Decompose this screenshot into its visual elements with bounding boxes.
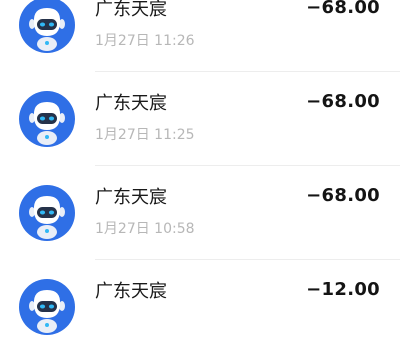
transaction-amount: −68.00 <box>306 0 380 18</box>
transaction-amount: −68.00 <box>306 185 380 206</box>
merchant-name: 广东天宸 <box>95 93 167 114</box>
transaction-row[interactable]: 广东天宸 1月27日 10:58 −68.00 <box>0 166 400 260</box>
transaction-row[interactable]: 广东天宸 1月27日 11:25 −68.00 <box>0 72 400 166</box>
transaction-amount: −68.00 <box>306 91 380 112</box>
robot-avatar-icon <box>19 185 75 241</box>
merchant-name: 广东天宸 <box>95 0 167 20</box>
merchant-name: 广东天宸 <box>95 281 167 302</box>
transaction-time: 1月27日 11:26 <box>95 33 195 49</box>
merchant-name: 广东天宸 <box>95 187 167 208</box>
transaction-row[interactable]: 广东天宸 −12.00 <box>0 260 400 354</box>
robot-avatar-icon <box>19 279 75 335</box>
transaction-list: 广东天宸 1月27日 11:26 −68.00 广东天宸 1月27日 11:25… <box>0 0 400 354</box>
transaction-time: 1月27日 10:58 <box>95 221 195 237</box>
robot-avatar-icon <box>19 0 75 53</box>
transaction-row[interactable]: 广东天宸 1月27日 11:26 −68.00 <box>0 0 400 72</box>
transaction-time: 1月27日 11:25 <box>95 127 195 143</box>
transaction-amount: −12.00 <box>306 279 380 300</box>
robot-avatar-icon <box>19 91 75 147</box>
